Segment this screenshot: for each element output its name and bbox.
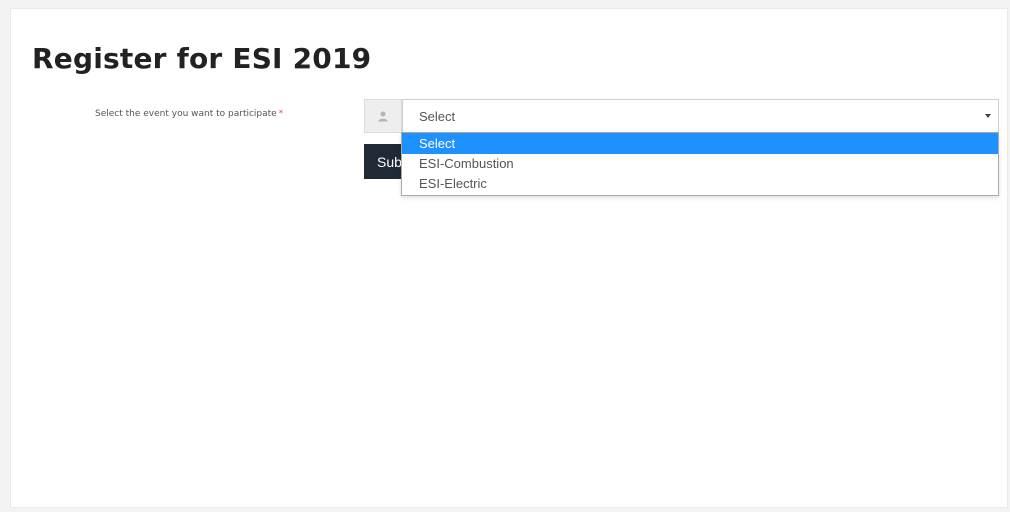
event-select[interactable]: Select [402, 99, 999, 133]
event-dropdown-list: Select ESI-Combustion ESI-Electric [401, 132, 999, 196]
required-marker: * [278, 109, 284, 119]
input-addon [364, 99, 402, 133]
event-select-label-text: Select the event you want to participate [95, 109, 277, 119]
form-panel [10, 8, 1008, 508]
dropdown-option-select[interactable]: Select [402, 133, 998, 154]
event-select-label: Select the event you want to participate… [95, 109, 283, 119]
event-select-value: Select [419, 109, 456, 124]
dropdown-option-esi-electric[interactable]: ESI-Electric [402, 174, 998, 194]
user-icon [378, 111, 388, 121]
dropdown-option-esi-combustion[interactable]: ESI-Combustion [402, 154, 998, 174]
chevron-down-icon [985, 114, 991, 118]
page-title: Register for ESI 2019 [32, 42, 372, 75]
